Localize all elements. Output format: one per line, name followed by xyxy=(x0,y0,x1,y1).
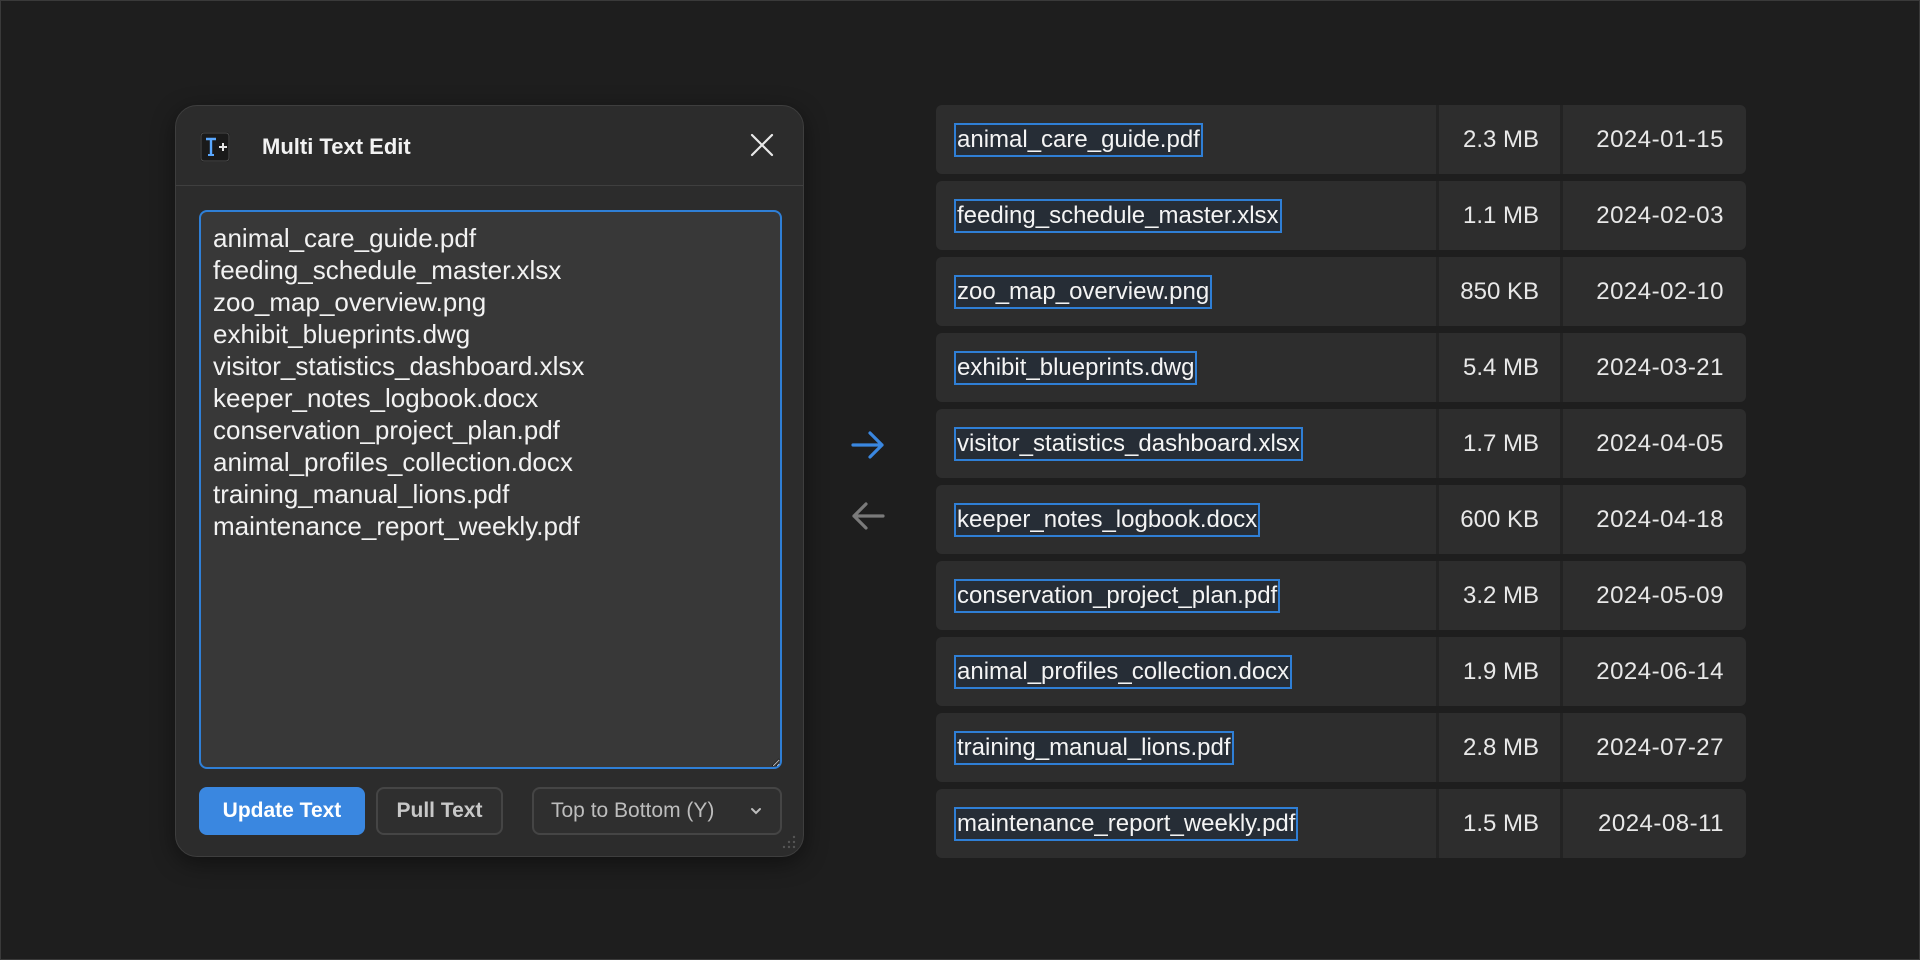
dialog-header: Multi Text Edit xyxy=(176,106,803,186)
filenames-textarea[interactable] xyxy=(199,210,782,769)
file-name-text[interactable]: keeper_notes_logbook.docx xyxy=(954,502,1261,537)
file-row[interactable]: zoo_map_overview.png 850 KB 2024-02-10 xyxy=(936,257,1746,326)
file-size: 2.3 MB xyxy=(1462,125,1539,153)
file-size: 1.1 MB xyxy=(1462,201,1539,229)
file-size: 5.4 MB xyxy=(1462,353,1539,381)
close-icon[interactable] xyxy=(747,130,777,160)
file-size: 600 KB xyxy=(1460,505,1539,533)
file-name-cell: exhibit_blueprints.dwg xyxy=(936,333,1436,402)
arrow-left-icon[interactable] xyxy=(848,496,888,536)
multi-text-edit-dialog: Multi Text Edit Update Text Pull Text To… xyxy=(175,105,804,857)
file-date: 2024-04-05 xyxy=(1596,429,1724,457)
file-size: 1.9 MB xyxy=(1462,657,1539,685)
chevron-down-icon xyxy=(751,808,761,815)
file-name-text[interactable]: animal_care_guide.pdf xyxy=(954,122,1203,157)
file-date: 2024-07-27 xyxy=(1596,733,1724,761)
file-size: 850 KB xyxy=(1460,277,1539,305)
file-date: 2024-05-09 xyxy=(1596,581,1724,609)
file-list: animal_care_guide.pdf 2.3 MB 2024-01-15 fee… xyxy=(936,105,1746,865)
file-name-cell: animal_care_guide.pdf xyxy=(936,105,1436,174)
file-size: 3.2 MB xyxy=(1462,581,1539,609)
file-name-cell: zoo_map_overview.png xyxy=(936,257,1436,326)
file-size: 1.5 MB xyxy=(1462,809,1539,837)
file-name-text[interactable]: animal_profiles_collection.docx xyxy=(954,654,1293,689)
file-date: 2024-08-11 xyxy=(1598,809,1724,837)
file-row[interactable]: visitor_statistics_dashboard.xlsx 1.7 MB 2… xyxy=(936,409,1746,478)
file-size: 2.8 MB xyxy=(1462,733,1539,761)
file-name-cell: visitor_statistics_dashboard.xlsx xyxy=(936,409,1436,478)
file-row[interactable]: maintenance_report_weekly.pdf 1.5 MB 2024-… xyxy=(936,789,1746,858)
file-row[interactable]: animal_care_guide.pdf 2.3 MB 2024-01-15 xyxy=(936,105,1746,174)
resize-grip-icon[interactable] xyxy=(779,832,797,850)
file-size: 1.7 MB xyxy=(1462,429,1539,457)
file-name-cell: keeper_notes_logbook.docx xyxy=(936,485,1436,554)
arrow-right-icon[interactable] xyxy=(848,425,888,465)
file-date: 2024-01-15 xyxy=(1596,125,1724,153)
file-date: 2024-04-18 xyxy=(1596,505,1724,533)
file-row[interactable]: keeper_notes_logbook.docx 600 KB 2024-04-1… xyxy=(936,485,1746,554)
file-date: 2024-02-03 xyxy=(1596,201,1724,229)
file-date: 2024-06-14 xyxy=(1596,657,1724,685)
file-name-text[interactable]: maintenance_report_weekly.pdf xyxy=(954,806,1299,841)
file-name-text[interactable]: exhibit_blueprints.dwg xyxy=(954,350,1198,385)
file-name-cell: animal_profiles_collection.docx xyxy=(936,637,1436,706)
text-plus-icon xyxy=(200,132,230,162)
file-name-cell: feeding_schedule_master.xlsx xyxy=(936,181,1436,250)
update-text-button[interactable]: Update Text xyxy=(199,787,365,835)
file-name-text[interactable]: training_manual_lions.pdf xyxy=(954,730,1234,765)
file-name-cell: conservation_project_plan.pdf xyxy=(936,561,1436,630)
file-name-text[interactable]: conservation_project_plan.pdf xyxy=(954,578,1281,613)
file-row[interactable]: feeding_schedule_master.xlsx 1.1 MB 2024-0… xyxy=(936,181,1746,250)
file-row[interactable]: animal_profiles_collection.docx 1.9 MB 202… xyxy=(936,637,1746,706)
file-name-cell: maintenance_report_weekly.pdf xyxy=(936,789,1436,858)
file-date: 2024-03-21 xyxy=(1596,353,1724,381)
file-name-text[interactable]: zoo_map_overview.png xyxy=(954,274,1213,309)
file-date: 2024-02-10 xyxy=(1596,277,1724,305)
order-select-value: Top to Bottom (Y) xyxy=(551,799,715,822)
file-name-cell: training_manual_lions.pdf xyxy=(936,713,1436,782)
pull-text-button[interactable]: Pull Text xyxy=(376,787,503,835)
order-select[interactable]: Top to Bottom (Y) xyxy=(532,787,782,835)
file-row[interactable]: exhibit_blueprints.dwg 5.4 MB 2024-03-21 xyxy=(936,333,1746,402)
file-name-text[interactable]: feeding_schedule_master.xlsx xyxy=(954,198,1282,233)
dialog-title: Multi Text Edit xyxy=(262,134,411,159)
file-row[interactable]: training_manual_lions.pdf 2.8 MB 2024-07-2… xyxy=(936,713,1746,782)
file-name-text[interactable]: visitor_statistics_dashboard.xlsx xyxy=(954,426,1303,461)
file-row[interactable]: conservation_project_plan.pdf 3.2 MB 2024-… xyxy=(936,561,1746,630)
